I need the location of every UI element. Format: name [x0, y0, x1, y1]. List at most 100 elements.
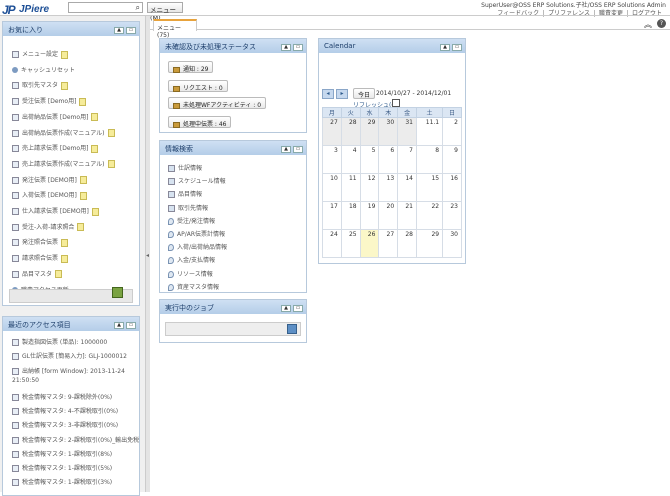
- calendar-day[interactable]: 12: [359, 173, 380, 202]
- calendar-day[interactable]: 28: [340, 117, 361, 146]
- maximize-icon[interactable]: ▭: [293, 305, 303, 312]
- calendar-day[interactable]: 4: [340, 145, 361, 174]
- calendar-day[interactable]: 16: [442, 173, 462, 202]
- trash-icon[interactable]: [112, 287, 123, 298]
- favorite-item[interactable]: 受注-入荷-請求照合: [12, 222, 85, 232]
- calendar-day[interactable]: 28: [397, 229, 417, 258]
- favorite-item[interactable]: 請求照合伝票: [12, 253, 69, 263]
- favorite-item[interactable]: 仕入請求伝票 [DEMO用]: [12, 206, 99, 216]
- favorite-item[interactable]: 売上請求伝票作成(マニュアル): [12, 159, 115, 169]
- info-item[interactable]: AP/AR伝票計情報: [168, 229, 225, 238]
- collapse-icon[interactable]: ▲: [440, 44, 450, 51]
- collapse-all-icon[interactable]: ︽: [644, 19, 652, 30]
- info-item[interactable]: 入荷/出荷納品情報: [168, 242, 227, 252]
- info-item[interactable]: スケジュール情報: [168, 176, 226, 186]
- request-button[interactable]: リクエスト : 0: [168, 80, 228, 92]
- favorite-item[interactable]: 品目マスタ: [12, 269, 63, 279]
- calendar-day[interactable]: 24: [322, 229, 342, 258]
- global-search-input[interactable]: ⌕: [68, 2, 143, 13]
- calendar-day[interactable]: 6: [378, 145, 399, 174]
- calendar-day[interactable]: 9: [442, 145, 462, 174]
- search-icon[interactable]: ⌕: [136, 3, 140, 13]
- menu-button[interactable]: メニュー(M): [147, 2, 183, 22]
- collapse-icon[interactable]: ▲: [114, 322, 124, 329]
- calendar-day[interactable]: 11: [340, 173, 361, 202]
- calendar-day[interactable]: 17: [322, 201, 342, 230]
- help-icon[interactable]: ?: [657, 19, 666, 28]
- recent-item[interactable]: 税金情報マスタ: 2-課税取引(0%)_輸出免税: [12, 436, 140, 445]
- calendar-day[interactable]: 31: [397, 117, 417, 146]
- today-button[interactable]: 今日: [353, 88, 376, 99]
- calendar-day[interactable]: 19: [359, 201, 380, 230]
- calendar-day[interactable]: 3: [322, 145, 342, 174]
- next-week-icon[interactable]: ▸: [336, 89, 348, 99]
- favorite-item[interactable]: メニュー設定: [12, 49, 69, 59]
- calendar-day[interactable]: 7: [397, 145, 417, 174]
- calendar-day[interactable]: 23: [442, 201, 462, 230]
- recent-item[interactable]: 税金情報マスタ: 1-課税取引(5%): [12, 464, 140, 473]
- sidebar-splitter[interactable]: ◂: [146, 16, 150, 492]
- calendar-day[interactable]: 30: [442, 229, 462, 258]
- prev-week-icon[interactable]: ◂: [322, 89, 334, 99]
- calendar-day[interactable]: 29: [415, 229, 444, 258]
- info-item[interactable]: リソース情報: [168, 269, 213, 278]
- splitter-grip-icon[interactable]: ◂: [146, 252, 149, 259]
- recent-item[interactable]: 税金情報マスタ: 1-課税取引(8%): [12, 450, 140, 459]
- info-item[interactable]: 取引先情報: [168, 203, 208, 212]
- calendar-day[interactable]: 30: [378, 117, 399, 146]
- maximize-icon[interactable]: ▭: [126, 27, 136, 34]
- info-item[interactable]: 品目情報: [168, 189, 202, 199]
- calendar-day[interactable]: 25: [340, 229, 361, 258]
- calendar-day[interactable]: 11.1: [415, 117, 444, 146]
- calendar-day[interactable]: 10: [322, 173, 342, 202]
- maximize-icon[interactable]: ▭: [293, 44, 303, 51]
- favorite-item[interactable]: キャッシュリセット: [12, 65, 75, 75]
- favorite-item[interactable]: 出荷納品伝票 [Demo用]: [12, 112, 99, 122]
- info-item[interactable]: 入金/支払情報: [168, 255, 215, 265]
- info-item[interactable]: 仕訳情報: [168, 163, 202, 172]
- tab-menu[interactable]: メニュー (75): [153, 19, 197, 39]
- recent-item[interactable]: GL仕訳伝票 [簡易入力]: GLJ-1000012: [12, 352, 140, 361]
- maximize-icon[interactable]: ▭: [293, 146, 303, 153]
- calendar-day[interactable]: 13: [378, 173, 399, 202]
- collapse-icon[interactable]: ▲: [281, 44, 291, 51]
- recent-item[interactable]: 出納帳 [form Window]: 2013-11-24 21:50:50: [12, 367, 140, 385]
- info-item[interactable]: 受注/発注情報: [168, 216, 215, 225]
- calendar-day[interactable]: 20: [378, 201, 399, 230]
- calendar-day[interactable]: 29: [359, 117, 380, 146]
- calendar-add-icon[interactable]: [392, 99, 400, 107]
- favorite-item[interactable]: 取引先マスタ: [12, 80, 69, 90]
- favorite-item[interactable]: 発注照合伝票: [12, 237, 69, 247]
- favorite-item[interactable]: 売上請求伝票 [Demo用]: [12, 143, 99, 153]
- calendar-day[interactable]: 18: [340, 201, 361, 230]
- calendar-day[interactable]: 27: [322, 117, 342, 146]
- maximize-icon[interactable]: ▭: [452, 44, 462, 51]
- favorite-item[interactable]: 入荷伝票 [DEMO用]: [12, 190, 87, 200]
- collapse-icon[interactable]: ▲: [281, 305, 291, 312]
- calendar-day[interactable]: 27: [378, 229, 399, 258]
- calendar-day[interactable]: 22: [415, 201, 444, 230]
- calendar-day[interactable]: 26: [359, 229, 380, 258]
- recent-item[interactable]: 税金情報マスタ: 3-非課税取引(0%): [12, 421, 140, 430]
- favorite-item[interactable]: 出荷納品伝票作成(マニュアル): [12, 128, 115, 138]
- favorite-item[interactable]: 発注伝票 [DEMO用]: [12, 175, 87, 185]
- workflow-button[interactable]: 未処理WFアクティビティ : 0: [168, 97, 267, 109]
- recent-item[interactable]: 税金情報マスタ: 9-課税除外(0%): [12, 393, 140, 402]
- calendar-day[interactable]: 2: [442, 117, 462, 146]
- info-item[interactable]: 資産マスタ情報: [168, 282, 219, 291]
- calendar-day[interactable]: 21: [397, 201, 417, 230]
- calendar-day[interactable]: 5: [359, 145, 380, 174]
- refresh-icon[interactable]: [287, 324, 297, 334]
- recent-item[interactable]: 製造指図伝票 (単品): 1000000: [12, 338, 140, 347]
- collapse-icon[interactable]: ▲: [281, 146, 291, 153]
- calendar-day[interactable]: 8: [415, 145, 444, 174]
- recent-item[interactable]: 税金情報マスタ: 4-不課税取引(0%): [12, 407, 140, 416]
- recent-item[interactable]: 税金情報マスタ: 1-課税取引(3%): [12, 478, 140, 487]
- maximize-icon[interactable]: ▭: [126, 322, 136, 329]
- notice-button[interactable]: 通知 : 29: [168, 61, 214, 73]
- calendar-day[interactable]: 14: [397, 173, 417, 202]
- favorite-item[interactable]: 受注伝票 [Demo用]: [12, 96, 87, 106]
- unprocessed-docs-button[interactable]: 処理中伝票 : 46: [168, 116, 232, 128]
- collapse-icon[interactable]: ▲: [114, 27, 124, 34]
- calendar-day[interactable]: 15: [415, 173, 444, 202]
